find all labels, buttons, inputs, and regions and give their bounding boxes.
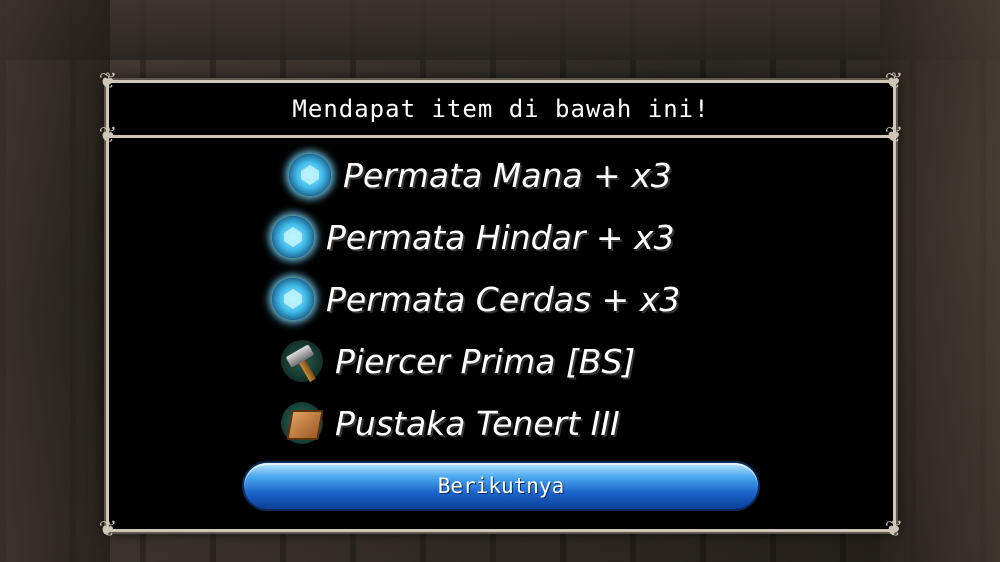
item-label: Pustaka Tenert III — [335, 403, 620, 443]
dialog-title: Mendapat item di bawah ini! — [292, 95, 710, 123]
background-beam — [0, 0, 1000, 60]
next-button[interactable]: Berikutnya — [244, 463, 758, 509]
ornament-icon: ❦ — [884, 517, 904, 542]
intelligence-gem-icon — [272, 278, 314, 320]
ornament-icon: ❦ — [98, 517, 118, 542]
list-item: Permata Cerdas + x3 — [272, 269, 680, 329]
reward-dialog: ❦ ❦ ❦ ❦ ❦ ❦ Mendapat item di bawah ini! … — [99, 69, 903, 542]
evade-gem-icon — [272, 216, 314, 258]
item-label: Permata Hindar + x3 — [326, 217, 675, 257]
list-item: Pustaka Tenert III — [281, 393, 620, 453]
hammer-icon — [281, 340, 323, 383]
list-item: Permata Hindar + x3 — [272, 207, 675, 267]
mana-gem-icon — [289, 154, 331, 196]
background-beam — [0, 0, 110, 562]
item-label: Permata Mana + x3 — [343, 155, 672, 195]
list-item: Piercer Prima [BS] — [281, 331, 635, 391]
item-label: Permata Cerdas + x3 — [326, 279, 681, 319]
next-button-label: Berikutnya — [437, 474, 565, 498]
list-item: Permata Mana + x3 — [289, 145, 672, 205]
book-icon — [281, 402, 324, 444]
dialog-header: Mendapat item di bawah ini! — [109, 83, 893, 138]
item-label: Piercer Prima [BS] — [335, 341, 636, 381]
